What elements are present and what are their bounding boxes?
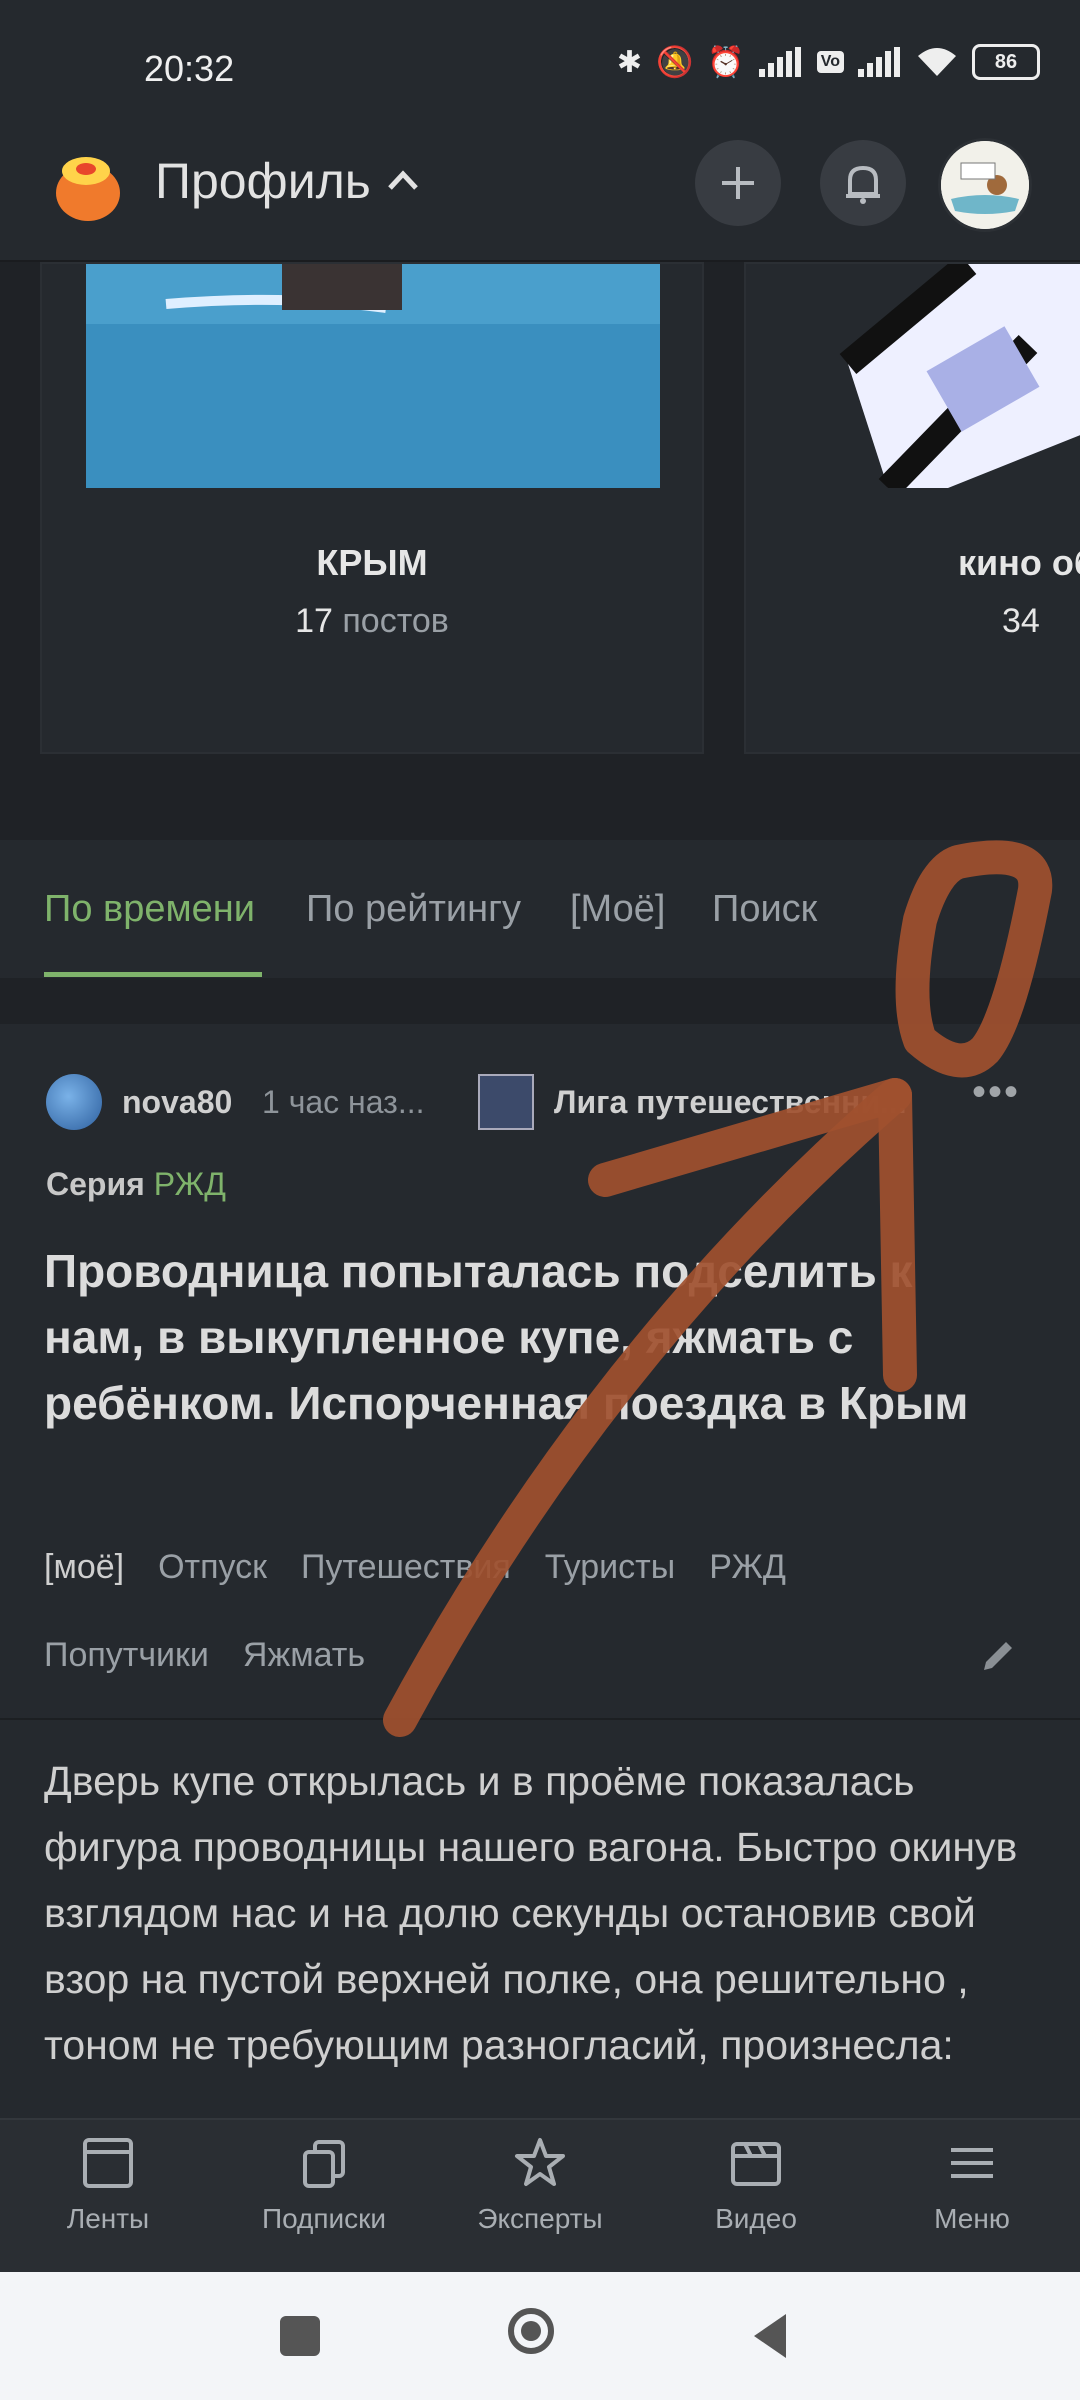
volte-icon: Vo [816,51,844,73]
add-button[interactable] [695,140,781,226]
community-card[interactable]: КРЫМ 17 постов [40,262,704,754]
post-title[interactable]: Проводница попыталась подселить к нам, в… [44,1238,1024,1436]
bluetooth-icon: ✱ [616,45,643,79]
community-name: кино об [958,542,1080,583]
post-community[interactable]: Лига путешественни... [554,1084,907,1121]
tag-item[interactable]: РЖД [709,1548,786,1587]
community-icon[interactable] [478,1074,534,1130]
back-button[interactable] [750,2312,790,2360]
post-tags-row2: Попутчики Яжмать [44,1636,365,1675]
status-icons: ✱ 🔕 ⏰ Vo 86 [617,44,1040,80]
post-author[interactable]: nova80 [122,1084,232,1121]
community-name: КРЫМ [316,542,428,583]
battery-indicator: 86 [972,44,1040,80]
user-avatar[interactable] [938,138,1032,232]
wifi-icon [918,48,956,76]
community-post-count: 34 [1002,602,1040,640]
post-time: 1 час наз... [262,1084,425,1120]
tag-item[interactable]: Яжмать [243,1636,365,1675]
system-navigation-bar [0,2272,1080,2400]
author-avatar[interactable] [46,1074,102,1130]
tag-item[interactable]: Отпуск [158,1548,267,1587]
hamburger-menu-icon [951,2148,993,2178]
post-body: Дверь купе открылась и в проёме показала… [44,1758,1018,2068]
post-series[interactable]: Серия РЖД [46,1166,226,1203]
home-button[interactable] [508,2308,554,2354]
status-time: 20:32 [144,48,235,89]
community-post-count: 17 постов [295,602,449,640]
tag-item[interactable]: [моё] [44,1548,124,1587]
feed-icon [83,2138,133,2188]
nav-feeds[interactable]: Ленты [28,2136,188,2235]
tab-by-rating[interactable]: По рейтингу [306,888,521,931]
star-icon [515,2138,565,2186]
community-image [86,264,660,488]
nav-menu[interactable]: Меню [892,2136,1052,2235]
notifications-button[interactable] [820,140,906,226]
nav-experts[interactable]: Эксперты [460,2136,620,2235]
edit-pencil-icon[interactable] [978,1636,1018,1676]
bell-icon [846,165,880,204]
post-tags: [моё] Отпуск Путешествия Туристы РЖД [44,1548,786,1587]
tag-item[interactable]: Попутчики [44,1636,209,1675]
subscriptions-icon [303,2140,345,2188]
tab-mine[interactable]: [Моё] [570,888,665,931]
chevron-up-icon[interactable] [386,168,420,192]
signal-icon [758,47,801,77]
alarm-icon: ⏰ [707,45,745,79]
more-options-icon[interactable]: ••• [972,1070,1020,1115]
tag-item[interactable]: Туристы [545,1548,675,1587]
video-icon [731,2142,781,2186]
post-divider [0,1718,1080,1720]
avatar-image [941,141,1029,229]
tag-item[interactable]: Путешествия [301,1548,511,1587]
nav-video[interactable]: Видео [676,2136,836,2235]
tab-search[interactable]: Поиск [712,888,817,931]
film-strip-image [828,264,1080,488]
tab-by-time[interactable]: По времени [44,888,255,931]
active-tab-indicator [44,972,262,977]
status-bar: 20:32 ✱ 🔕 ⏰ Vo 86 [0,0,1080,130]
mute-icon: 🔕 [656,45,694,79]
app-logo-icon [56,157,120,221]
community-card[interactable]: кино об 34 [744,262,1080,754]
page-title[interactable]: Профиль [155,152,371,210]
plus-icon [722,167,754,199]
signal-icon-2 [858,47,900,77]
recents-button[interactable] [280,2316,320,2356]
nav-subscriptions[interactable]: Подписки [244,2136,404,2235]
